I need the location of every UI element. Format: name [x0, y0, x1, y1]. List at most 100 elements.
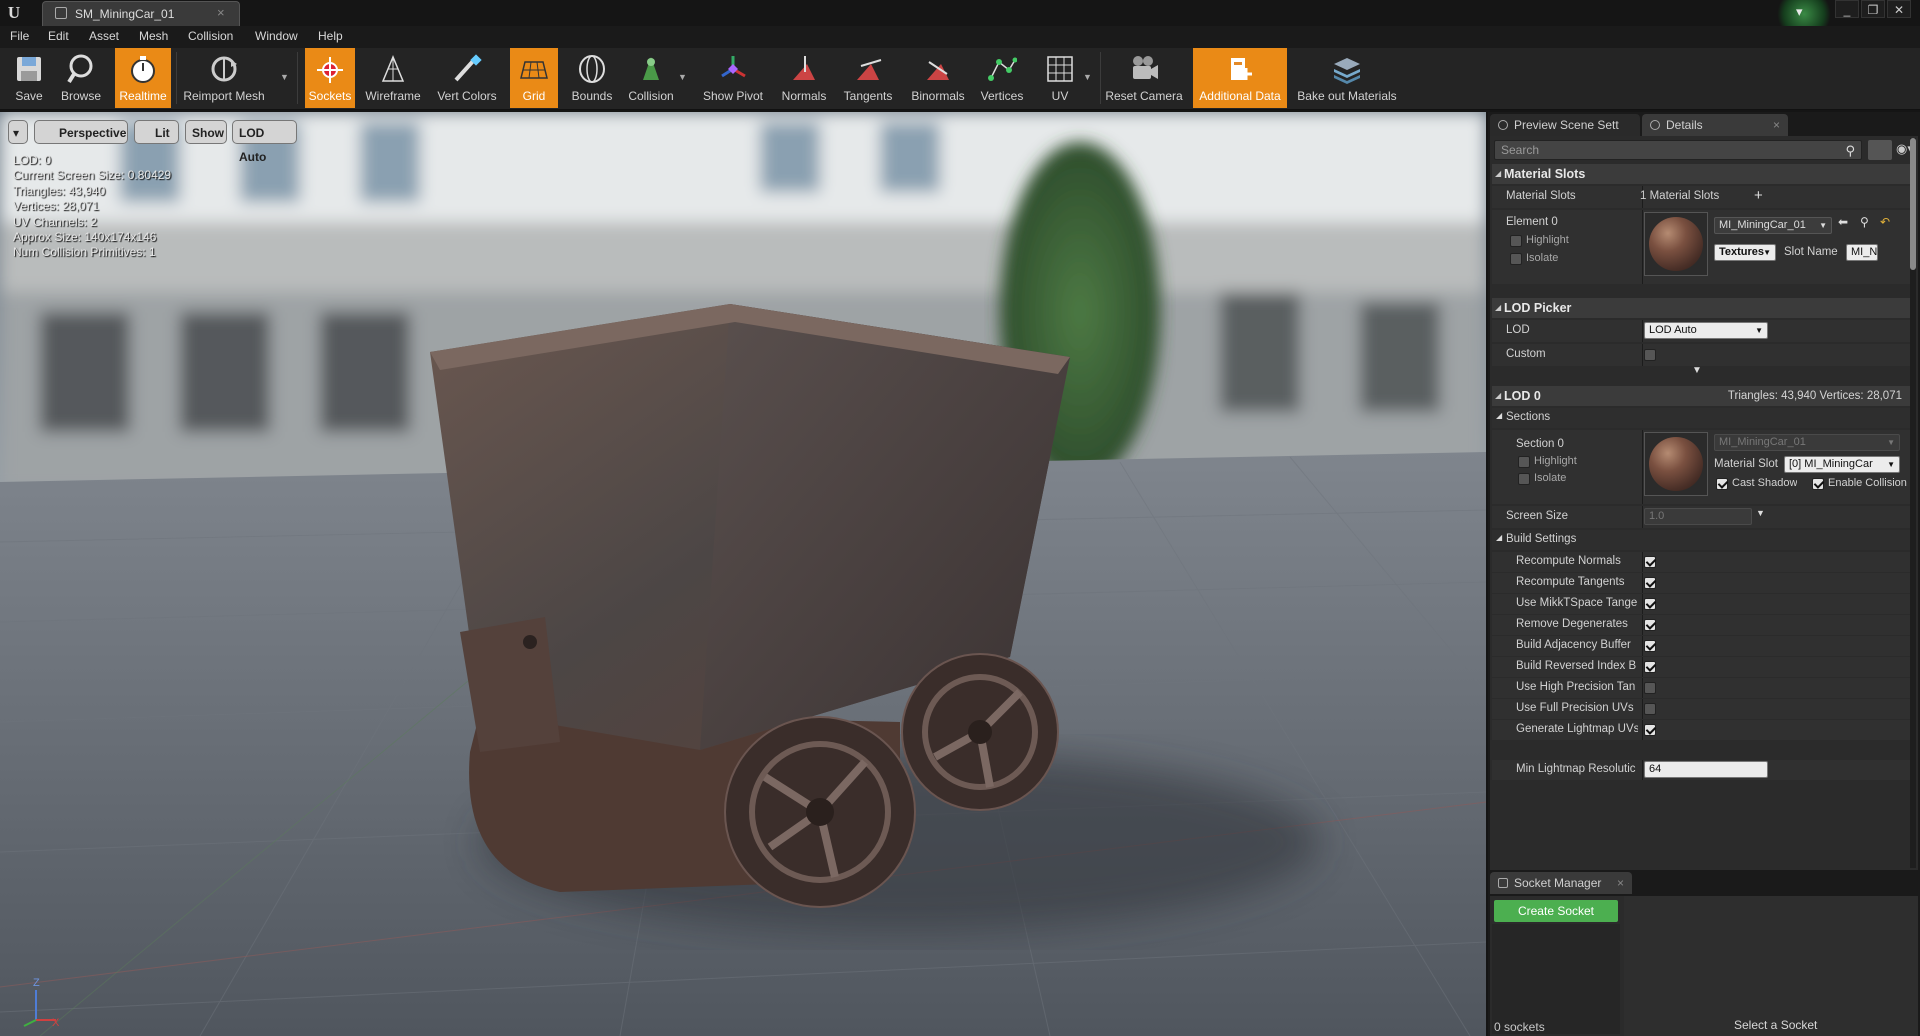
use-selected-icon[interactable]: ⬅: [1838, 215, 1848, 229]
menu-collision[interactable]: Collision: [188, 29, 233, 43]
collision-button[interactable]: Collision: [622, 48, 680, 108]
build-setting-checkbox[interactable]: [1644, 682, 1656, 694]
tab-details[interactable]: Details ×: [1642, 114, 1788, 136]
category-lod-picker[interactable]: ◢ LOD Picker: [1492, 298, 1916, 318]
create-socket-button[interactable]: Create Socket: [1494, 900, 1618, 922]
reset-camera-button[interactable]: Reset Camera: [1104, 48, 1184, 108]
slot-name-input[interactable]: MI_N: [1846, 244, 1878, 261]
screen-size-input[interactable]: 1.0: [1644, 508, 1752, 525]
menu-mesh[interactable]: Mesh: [139, 29, 168, 43]
highlight-checkbox[interactable]: [1510, 235, 1522, 247]
collision-dropdown-icon[interactable]: ▼: [678, 72, 688, 82]
isolate-checkbox[interactable]: [1510, 253, 1522, 265]
viewport-menu-button[interactable]: ▾: [8, 120, 28, 144]
lit-button[interactable]: Lit: [134, 120, 179, 144]
textures-combo[interactable]: Textures ▼: [1714, 244, 1776, 261]
uv-dropdown-icon[interactable]: ▼: [1083, 72, 1093, 82]
scrollbar-thumb[interactable]: [1910, 138, 1916, 270]
lod-auto-button[interactable]: LOD Auto: [232, 120, 297, 164]
reimport-mesh-button[interactable]: Reimport Mesh: [180, 48, 268, 108]
grid-button[interactable]: Grid: [510, 48, 558, 108]
expand-advanced-icon[interactable]: ▼: [1692, 365, 1702, 376]
section-isolate-checkbox[interactable]: [1518, 473, 1530, 485]
reset-icon[interactable]: ↶: [1880, 215, 1890, 229]
browse-icon: [63, 52, 99, 86]
chevron-down-icon[interactable]: ▼: [1756, 508, 1765, 518]
vert-colors-button[interactable]: Vert Colors: [433, 48, 501, 108]
perspective-button[interactable]: Perspective: [34, 120, 128, 144]
document-tab[interactable]: SM_MiningCar_01 ×: [42, 1, 240, 26]
bounds-label: Bounds: [571, 89, 613, 103]
close-tab-icon[interactable]: ×: [217, 5, 225, 20]
browse-button[interactable]: Browse: [56, 48, 106, 108]
realtime-button[interactable]: Realtime: [115, 48, 171, 108]
sections-row[interactable]: ◢ Sections: [1492, 408, 1916, 428]
menu-asset[interactable]: Asset: [89, 29, 119, 43]
binormals-button[interactable]: Binormals: [906, 48, 970, 108]
menu-help[interactable]: Help: [318, 29, 343, 43]
vertices-button[interactable]: Vertices: [975, 48, 1029, 108]
close-window-button[interactable]: ✕: [1887, 0, 1911, 18]
browse-asset-icon[interactable]: ⚲: [1860, 215, 1869, 229]
section-highlight-checkbox[interactable]: [1518, 456, 1530, 468]
build-setting-checkbox[interactable]: [1644, 703, 1656, 715]
uv-icon: [1042, 52, 1078, 86]
additional-data-button[interactable]: Additional Data: [1193, 48, 1287, 108]
menu-edit[interactable]: Edit: [48, 29, 69, 43]
close-tab-icon[interactable]: ×: [1617, 872, 1624, 894]
category-material-slots[interactable]: ◢ Material Slots: [1492, 164, 1916, 184]
menu-file[interactable]: File: [10, 29, 29, 43]
build-setting-checkbox[interactable]: [1644, 556, 1656, 568]
socket-list[interactable]: [1492, 924, 1620, 1034]
section-material-combo: MI_MiningCar_01 ▼: [1714, 434, 1900, 451]
build-setting-row: Build Adjacency Buffer: [1492, 636, 1916, 656]
tangents-button[interactable]: Tangents: [838, 48, 898, 108]
maximize-button[interactable]: ❐: [1861, 0, 1885, 18]
save-button[interactable]: Save: [3, 48, 55, 108]
bake-out-materials-button[interactable]: Bake out Materials: [1294, 48, 1400, 108]
viewport[interactable]: ▾ Perspective Lit Show LOD Auto LOD: 0 C…: [0, 112, 1486, 1036]
uv-button[interactable]: UV: [1034, 48, 1086, 108]
min-lightmap-input[interactable]: 64: [1644, 761, 1768, 778]
category-lod-0[interactable]: ◢ LOD 0 Triangles: 43,940 Vertices: 28,071: [1492, 386, 1916, 406]
build-setting-checkbox[interactable]: [1644, 619, 1656, 631]
column-divider: [1642, 657, 1643, 677]
build-setting-row: Build Reversed Index B: [1492, 657, 1916, 677]
show-pivot-button[interactable]: Show Pivot: [696, 48, 770, 108]
close-tab-icon[interactable]: ×: [1773, 114, 1780, 136]
menu-window[interactable]: Window: [255, 29, 298, 43]
tab-socket-manager[interactable]: Socket Manager ×: [1490, 872, 1632, 894]
reimport-dropdown-icon[interactable]: ▼: [280, 72, 290, 82]
add-material-slot-icon[interactable]: +: [1754, 187, 1763, 204]
sockets-button[interactable]: Sockets: [305, 48, 355, 108]
bounds-button[interactable]: Bounds: [565, 48, 619, 108]
tab-preview-scene-settings[interactable]: Preview Scene Sett: [1490, 114, 1640, 136]
show-button[interactable]: Show: [185, 120, 227, 144]
normals-button[interactable]: Normals: [776, 48, 832, 108]
wireframe-button[interactable]: Wireframe: [362, 48, 424, 108]
section-material-thumbnail[interactable]: [1644, 432, 1708, 496]
toolbar-separator: [176, 52, 177, 104]
custom-checkbox[interactable]: [1644, 349, 1656, 361]
build-setting-checkbox[interactable]: [1644, 598, 1656, 610]
column-divider: [1642, 699, 1643, 719]
collapse-icon: ◢: [1495, 169, 1502, 178]
vert-colors-icon: [449, 52, 485, 86]
build-settings-row[interactable]: ◢ Build Settings: [1492, 530, 1916, 550]
material-thumbnail[interactable]: [1644, 212, 1708, 276]
build-setting-checkbox[interactable]: [1644, 724, 1656, 736]
enable-collision-checkbox[interactable]: [1812, 478, 1824, 490]
cast-shadow-checkbox[interactable]: [1716, 478, 1728, 490]
build-setting-checkbox[interactable]: [1644, 577, 1656, 589]
build-setting-checkbox[interactable]: [1644, 661, 1656, 673]
lod-select[interactable]: LOD Auto ▼: [1644, 322, 1768, 339]
material-slot-select[interactable]: [0] MI_MiningCar ▼: [1784, 456, 1900, 473]
build-setting-checkbox[interactable]: [1644, 640, 1656, 652]
highlight-label: Highlight: [1526, 234, 1569, 246]
list-view-icon[interactable]: [1868, 140, 1892, 160]
search-input[interactable]: Search ⚲: [1494, 140, 1862, 160]
minimize-button[interactable]: _: [1835, 0, 1859, 18]
stat-approx-size: Approx Size: 140x174x146: [13, 230, 157, 245]
material-combo[interactable]: MI_MiningCar_01 ▼: [1714, 217, 1832, 234]
column-divider: [1642, 320, 1643, 342]
